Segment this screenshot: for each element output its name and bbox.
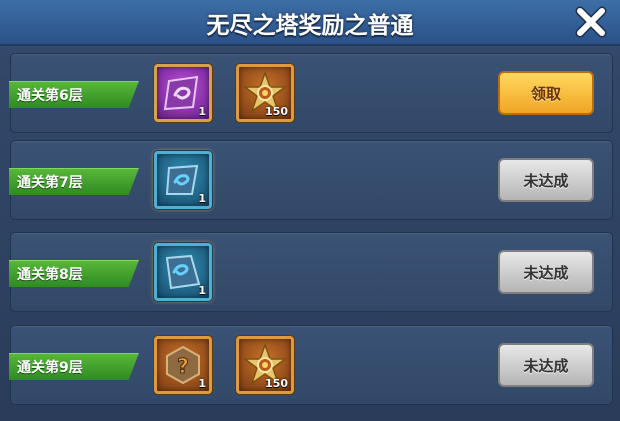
floor-ribbon: 通关第7层 xyxy=(9,168,139,195)
reward-row-floor-8: 通关第8层 1 未达成 xyxy=(9,232,613,312)
item-quantity: 150 xyxy=(265,105,288,118)
reward-row-floor-9: 通关第9层 ? 1 150 未达成 xyxy=(9,325,613,405)
reward-row-floor-6: 通关第6层 1 150 领取 xyxy=(9,53,613,133)
floor-label: 通关第7层 xyxy=(17,175,83,191)
floor-ribbon: 通关第8层 xyxy=(9,260,139,287)
dialog-header: 无尽之塔奖励之普通 xyxy=(0,0,620,46)
item-quantity: 1 xyxy=(198,105,206,118)
floor-ribbon: 通关第9层 xyxy=(9,353,139,380)
reward-list: 通关第6层 1 150 领取 通关第7层 1 未达成 通关第8层 1 未达成 通… xyxy=(0,46,620,421)
dialog-title: 无尽之塔奖励之普通 xyxy=(206,13,414,39)
item-quantity: 150 xyxy=(265,377,288,390)
floor-label: 通关第6层 xyxy=(17,88,83,104)
not-achieved-button[interactable]: 未达成 xyxy=(498,158,594,202)
svg-text:?: ? xyxy=(177,354,189,378)
not-achieved-button[interactable]: 未达成 xyxy=(498,343,594,387)
floor-label: 通关第9层 xyxy=(17,360,83,376)
not-achieved-button[interactable]: 未达成 xyxy=(498,250,594,294)
item-quantity: 1 xyxy=(198,284,206,297)
reward-item[interactable]: 1 xyxy=(154,64,212,122)
reward-item[interactable]: 1 xyxy=(154,243,212,301)
floor-label: 通关第8层 xyxy=(17,267,83,283)
reward-item[interactable]: 1 xyxy=(154,151,212,209)
floor-ribbon: 通关第6层 xyxy=(9,81,139,108)
claim-button[interactable]: 领取 xyxy=(498,71,594,115)
reward-item[interactable]: 150 xyxy=(236,336,294,394)
item-quantity: 1 xyxy=(198,192,206,205)
item-quantity: 1 xyxy=(198,377,206,390)
reward-item[interactable]: 150 xyxy=(236,64,294,122)
reward-item[interactable]: ? 1 xyxy=(154,336,212,394)
close-button[interactable] xyxy=(574,5,608,39)
close-icon xyxy=(575,6,607,38)
reward-row-floor-7: 通关第7层 1 未达成 xyxy=(9,140,613,220)
